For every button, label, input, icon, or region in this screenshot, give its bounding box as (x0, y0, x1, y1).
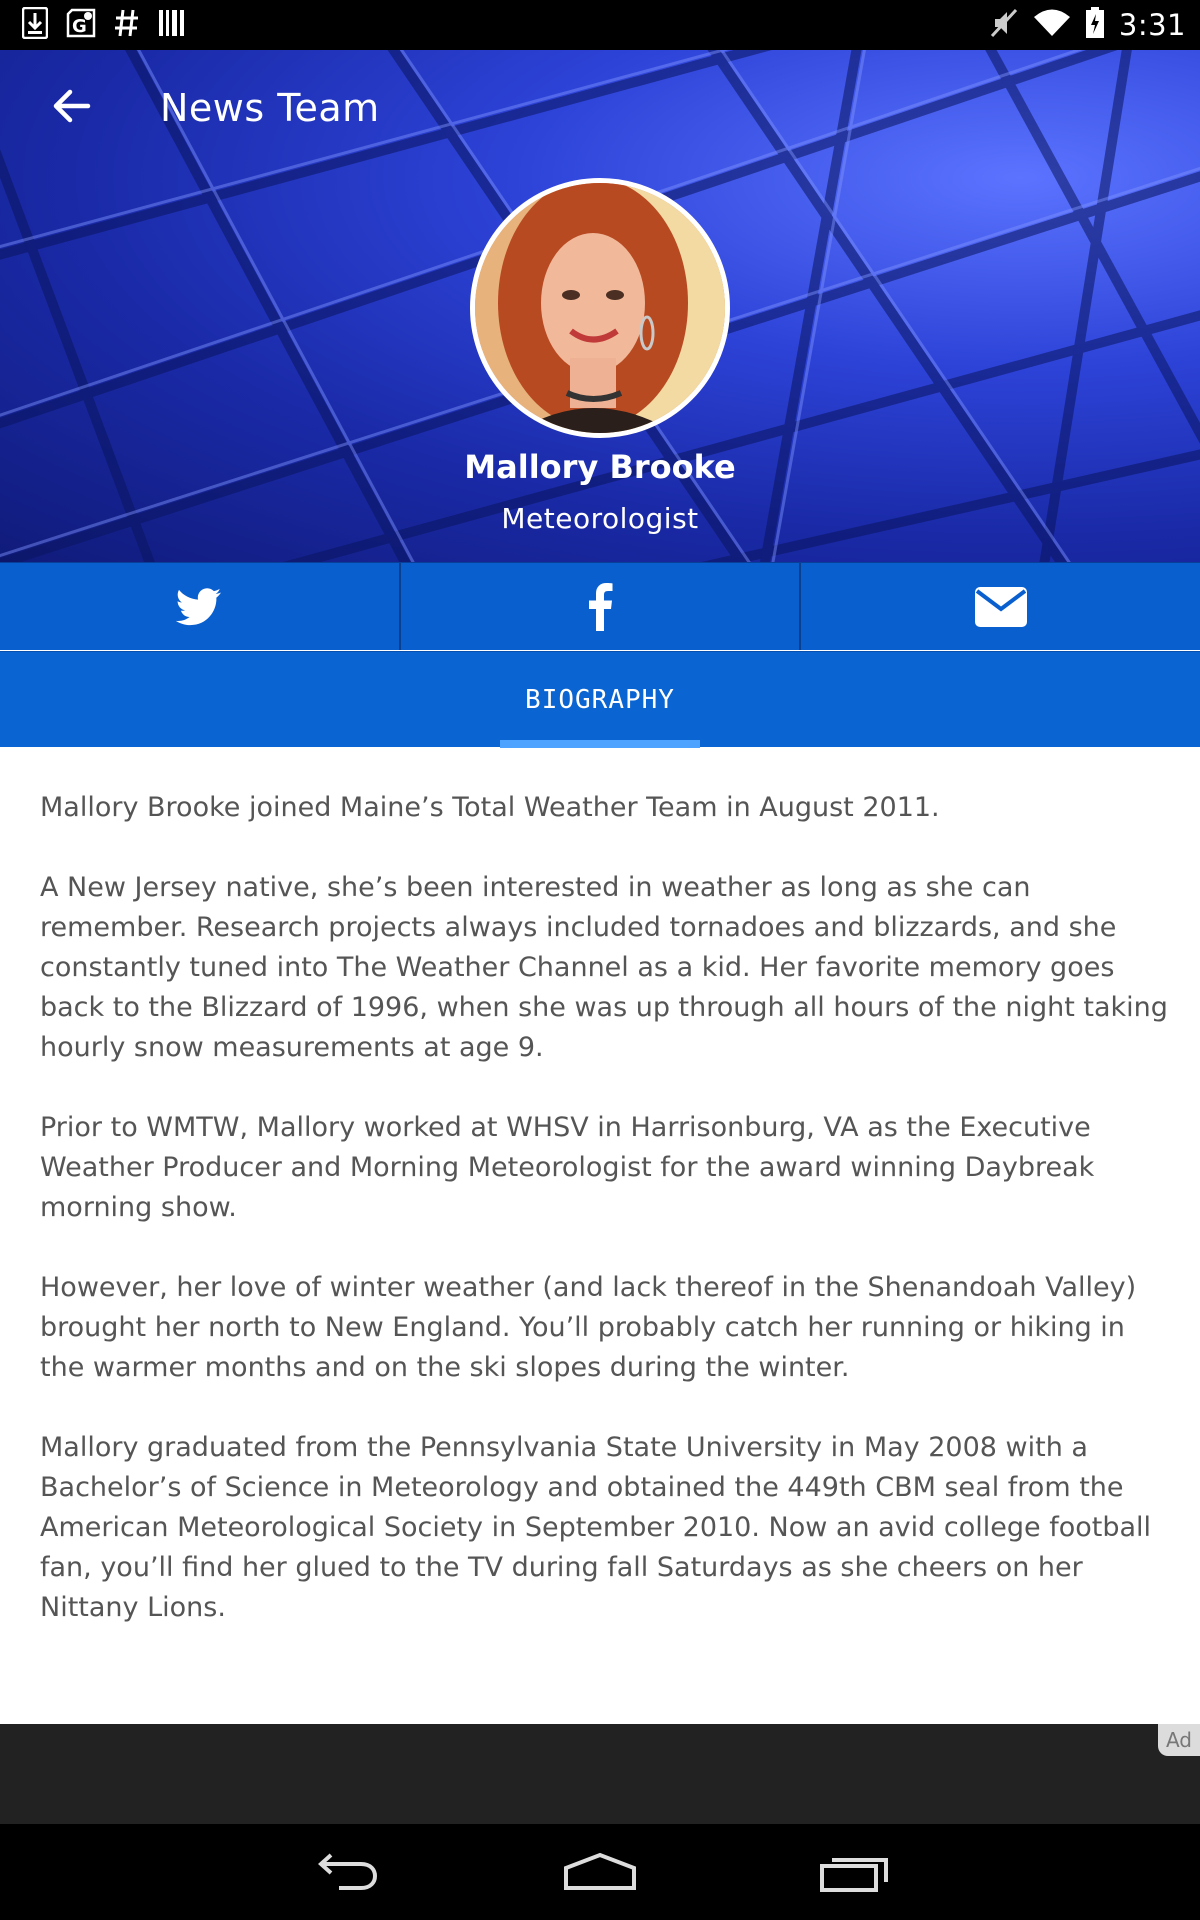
facebook-icon (589, 582, 613, 631)
maps-icon: G (66, 8, 96, 42)
ad-banner[interactable]: Ad (0, 1724, 1200, 1824)
battery-icon (1085, 7, 1105, 43)
nav-home-icon (564, 1852, 636, 1890)
wifi-icon (1033, 8, 1071, 42)
arrow-back-icon (53, 89, 91, 123)
tab-indicator (500, 740, 700, 748)
back-button[interactable] (40, 78, 104, 134)
profile-header: News Team Mallory Brooke Meteorologist (0, 50, 1200, 562)
facebook-button[interactable] (401, 563, 802, 650)
nav-back-button[interactable] (290, 1842, 400, 1902)
status-time: 3:31 (1118, 8, 1186, 42)
tab-label: BIOGRAPHY (525, 685, 675, 715)
nav-home-button[interactable] (545, 1842, 655, 1902)
nav-recents-icon (820, 1858, 888, 1892)
app-bar: News Team (0, 50, 1200, 162)
bio-paragraph: Mallory Brooke joined Maine’s Total Weat… (40, 792, 940, 823)
page-title: News Team (160, 86, 380, 130)
profile-role: Meteorologist (501, 502, 699, 535)
bio-paragraph: A New Jersey native, she’s been interest… (40, 872, 1168, 1063)
bio-paragraph: Prior to WMTW, Mallory worked at WHSV in… (40, 1112, 1095, 1223)
download-icon (21, 6, 49, 43)
profile-name: Mallory Brooke (464, 448, 736, 486)
twitter-icon (176, 587, 222, 625)
social-bar (0, 562, 1200, 650)
status-notifications: G (21, 6, 186, 43)
barcode-icon (158, 8, 186, 42)
email-icon (974, 586, 1027, 627)
mute-icon (989, 7, 1019, 43)
avatar (470, 178, 730, 438)
status-bar: G 3:31 (0, 0, 1200, 50)
tab-bar: BIOGRAPHY (0, 651, 1200, 748)
bio-paragraph: Mallory graduated from the Pennsylvania … (40, 1432, 1152, 1623)
ad-badge: Ad (1157, 1724, 1200, 1756)
biography-text: Mallory Brooke joined Maine’s Total Weat… (40, 788, 1170, 1668)
tab-biography[interactable]: BIOGRAPHY (500, 652, 700, 748)
twitter-button[interactable] (0, 563, 401, 650)
status-system: 3:31 (989, 6, 1186, 44)
email-button[interactable] (801, 563, 1200, 650)
system-nav-bar (0, 1824, 1200, 1920)
hashtag-icon (114, 8, 140, 42)
svg-text:G: G (72, 16, 87, 37)
nav-recents-button[interactable] (800, 1842, 910, 1902)
bio-paragraph: However, her love of winter weather (and… (40, 1272, 1137, 1383)
nav-back-icon (318, 1853, 378, 1890)
